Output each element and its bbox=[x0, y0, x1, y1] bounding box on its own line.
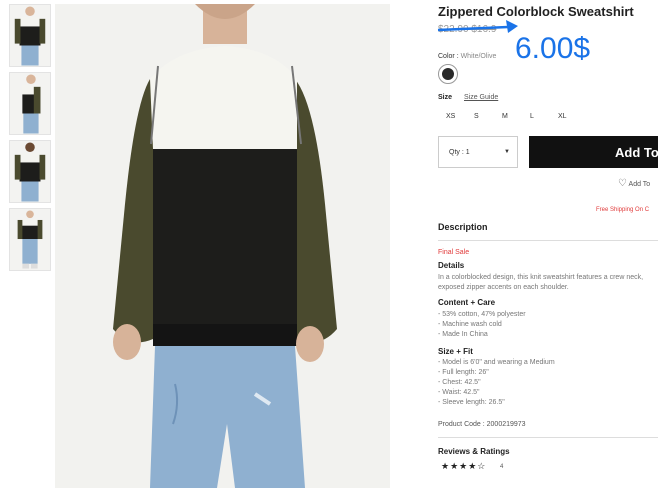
final-sale-label: Final Sale bbox=[438, 249, 470, 256]
color-label-text: Color bbox=[438, 53, 455, 60]
size-option-m[interactable]: M bbox=[494, 110, 522, 124]
add-to-favorites[interactable]: ♡ Add To bbox=[618, 178, 650, 189]
thumbnail-full-body[interactable] bbox=[9, 208, 51, 271]
thumbnail-side[interactable] bbox=[9, 72, 51, 135]
reviews-heading[interactable]: Reviews & Ratings bbox=[438, 447, 510, 456]
thumbnail-back[interactable] bbox=[9, 140, 51, 203]
size-label: Size bbox=[438, 94, 453, 101]
quantity-value: Qty : 1 bbox=[449, 149, 470, 156]
size-guide-link[interactable]: Size Guide bbox=[464, 94, 498, 101]
annotation-arrow-icon bbox=[437, 20, 518, 33]
product-code: Product Code : 2000219973 bbox=[438, 421, 526, 428]
size-option-s[interactable]: S bbox=[466, 110, 494, 124]
chevron-down-icon: ▼ bbox=[504, 149, 510, 155]
content-item: - Made In China bbox=[438, 331, 488, 338]
size-option-xs[interactable]: XS bbox=[438, 110, 466, 124]
add-to-bag-button[interactable]: Add To bbox=[529, 136, 658, 168]
thumbnail-front[interactable] bbox=[9, 4, 51, 67]
content-item: - 53% cotton, 47% polyester bbox=[438, 311, 526, 318]
details-heading: Details bbox=[438, 261, 465, 270]
divider bbox=[438, 240, 658, 241]
fit-item: - Sleeve length: 26.5" bbox=[438, 399, 505, 406]
fit-item: - Chest: 42.5" bbox=[438, 379, 481, 386]
color-swatch-ring[interactable] bbox=[438, 64, 458, 84]
main-product-image[interactable] bbox=[55, 4, 390, 488]
quantity-select[interactable]: Qty : 1 ▼ bbox=[438, 136, 518, 168]
color-swatch[interactable] bbox=[442, 68, 454, 80]
fit-item: - Model is 6'0" and wearing a Medium bbox=[438, 359, 555, 366]
heart-icon: ♡ bbox=[618, 178, 627, 189]
content-care-heading: Content + Care bbox=[438, 298, 496, 307]
star-rating-icon: ★★★★☆ bbox=[441, 461, 487, 471]
annotated-price: 6.00$ bbox=[515, 32, 591, 65]
size-fit-heading: Size + Fit bbox=[438, 347, 473, 356]
review-count[interactable]: 4 bbox=[500, 464, 503, 470]
size-option-xl[interactable]: XL bbox=[550, 110, 578, 124]
content-item: - Machine wash cold bbox=[438, 321, 502, 328]
color-label: Color : White/Olive bbox=[438, 53, 497, 60]
size-options: XS S M L XL bbox=[438, 110, 578, 124]
add-to-favorites-label: Add To bbox=[628, 181, 651, 188]
fit-item: - Waist: 42.5" bbox=[438, 389, 480, 396]
shipping-note[interactable]: Free Shipping On C bbox=[596, 207, 649, 213]
details-text: In a colorblocked design, this knit swea… bbox=[438, 274, 644, 291]
description-heading[interactable]: Description bbox=[438, 222, 488, 232]
fit-item: - Full length: 26" bbox=[438, 369, 489, 376]
color-value: White/Olive bbox=[460, 53, 497, 60]
size-option-l[interactable]: L bbox=[522, 110, 550, 124]
divider bbox=[438, 437, 658, 438]
